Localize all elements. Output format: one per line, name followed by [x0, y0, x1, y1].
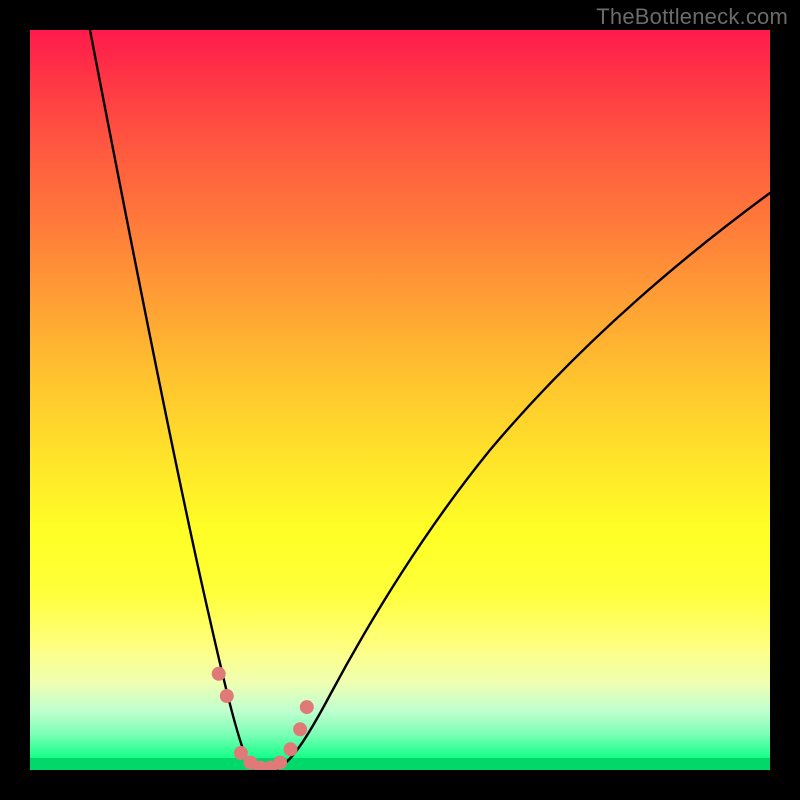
marker-dot — [284, 742, 298, 756]
plot-area — [30, 30, 770, 770]
marker-dot — [293, 722, 307, 736]
right-branch-curve — [276, 193, 770, 769]
marker-group — [212, 667, 314, 770]
marker-dot — [273, 756, 287, 770]
marker-dot — [212, 667, 226, 681]
marker-dot — [220, 689, 234, 703]
chart-frame: TheBottleneck.com — [0, 0, 800, 800]
left-branch-curve — [90, 30, 258, 769]
attribution-text: TheBottleneck.com — [596, 4, 788, 30]
marker-dot — [300, 700, 314, 714]
curves-layer — [30, 30, 770, 770]
